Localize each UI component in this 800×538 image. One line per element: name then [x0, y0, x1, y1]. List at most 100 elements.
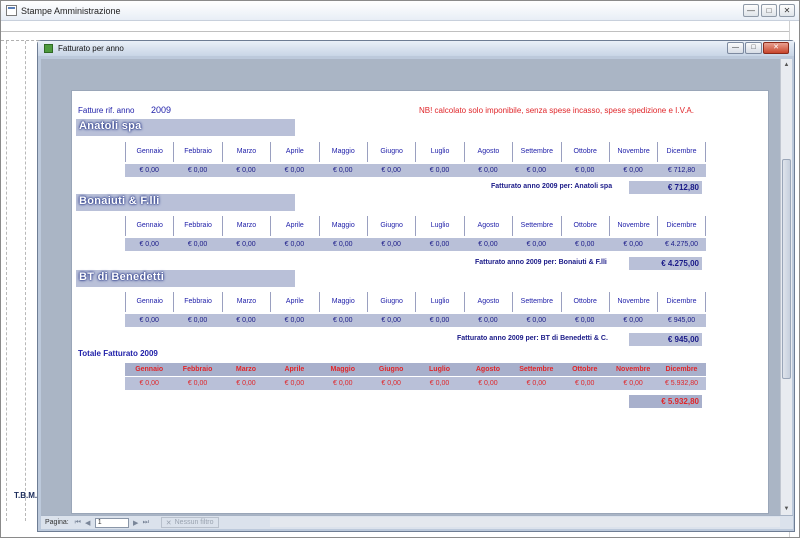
month-header: Luglio	[415, 216, 463, 236]
month-value: € 0,00	[478, 317, 498, 324]
month-value: € 0,00	[139, 317, 159, 324]
month-header: Maggio	[330, 366, 356, 373]
month-header: Aprile	[270, 142, 318, 162]
client-subtotal-label: Fatturato anno 2009 per: BT di Benedetti…	[457, 335, 608, 342]
month-value: € 0,00	[381, 241, 401, 248]
filter-label: Nessun filtro	[174, 519, 214, 526]
client-subtotal-label: Fatturato anno 2009 per: Anatoli spa	[491, 183, 613, 190]
month-header: Giugno	[366, 292, 415, 312]
report-note: NB! calcolato solo imponibile, senza spe…	[419, 106, 694, 115]
page-number-input[interactable]: 1	[94, 517, 129, 528]
month-header: Agosto	[463, 142, 512, 162]
month-header: Aprile	[284, 366, 305, 373]
next-page-icon[interactable]: ▶	[131, 519, 141, 527]
outer-close-button[interactable]: ✕	[779, 4, 795, 17]
total-label: Totale Fatturato 2009	[78, 349, 158, 358]
month-value: € 0,00	[574, 241, 595, 248]
month-header: Dicembre	[657, 216, 706, 236]
month-header: Febbraio	[173, 292, 221, 312]
month-header: Ottobre	[560, 292, 609, 312]
month-header: Novembre	[608, 216, 657, 236]
month-value: € 0,00	[526, 241, 547, 248]
total-month-header-row: Gennaio Febbraio Marzo Aprile Maggio Giu…	[125, 363, 706, 376]
month-header: Febbraio	[173, 142, 221, 162]
month-header: Maggio	[318, 292, 367, 312]
month-header: Ottobre	[560, 216, 609, 236]
month-value: € 0,00	[187, 241, 208, 248]
page-label: Pagina:	[45, 519, 69, 526]
horizontal-scrollbar[interactable]	[270, 517, 780, 527]
month-header-row: Gennaio Febbraio Marzo Aprile Maggio Giu…	[125, 292, 706, 312]
month-header: Gennaio	[125, 142, 173, 162]
scroll-thumb[interactable]	[782, 159, 791, 379]
month-value: € 0,00	[526, 317, 547, 324]
month-value: € 945,00	[667, 317, 696, 324]
report-year: 2009	[151, 105, 172, 115]
month-value: € 0,00	[429, 167, 450, 174]
client-header: Bonaiuti & F.lli	[76, 194, 295, 211]
total-values-row: € 0,00 € 0,00 € 0,00 € 0,00 € 0,00 € 0,0…	[125, 377, 706, 390]
vertical-scrollbar[interactable]: ▲ ▼	[780, 59, 792, 515]
month-value: € 0,00	[187, 317, 208, 324]
total-month-value: € 0,00	[623, 380, 643, 387]
month-value: € 0,00	[333, 241, 353, 248]
month-header: Maggio	[318, 142, 367, 162]
first-page-icon[interactable]: ⏮	[73, 519, 83, 527]
month-value: € 0,00	[574, 317, 595, 324]
design-grid-line-vertical	[25, 41, 26, 521]
month-header: Dicembre	[657, 292, 706, 312]
total-month-value: € 0,00	[236, 380, 256, 387]
client-subtotal: € 945,00	[629, 333, 702, 346]
outer-window-title: Stampe Amministrazione	[21, 6, 121, 16]
last-page-icon[interactable]: ⏭	[141, 519, 151, 527]
month-header: Settembre	[512, 142, 560, 162]
month-header: Marzo	[221, 292, 270, 312]
month-values-row: € 0,00 € 0,00 € 0,00 € 0,00 € 0,00 € 0,0…	[125, 238, 706, 251]
prev-page-icon[interactable]: ◀	[83, 519, 93, 527]
side-label: T.B.M.	[14, 491, 38, 500]
month-header: Agosto	[463, 216, 512, 236]
client-name: Bonaiuti & F.lli	[79, 195, 160, 207]
month-value: € 0,00	[187, 167, 208, 174]
filter-toggle[interactable]: ✕ Nessun filtro	[160, 517, 219, 528]
report-year-label: Fatture rif. anno	[78, 106, 135, 115]
design-grid-line-vertical	[6, 41, 7, 521]
month-header: Giugno	[366, 216, 415, 236]
month-value: € 0,00	[284, 167, 305, 174]
month-header: Luglio	[415, 142, 463, 162]
month-value: € 0,00	[236, 167, 256, 174]
month-header: Settembre	[512, 216, 560, 236]
month-header: Ottobre	[560, 142, 609, 162]
month-value: € 0,00	[333, 317, 353, 324]
month-header: Agosto	[463, 292, 512, 312]
total-month-value: € 0,00	[187, 380, 208, 387]
month-value: € 0,00	[623, 317, 643, 324]
month-value: € 0,00	[139, 167, 159, 174]
month-header: Febbraio	[173, 216, 221, 236]
month-value: € 0,00	[236, 317, 256, 324]
month-value: € 0,00	[139, 241, 159, 248]
month-value: € 0,00	[574, 167, 595, 174]
report-content: Fatture rif. anno 2009 NB! calcolato sol…	[71, 48, 769, 518]
month-value: € 4.275,00	[664, 241, 699, 248]
month-header: Gennaio	[125, 292, 173, 312]
month-header: Luglio	[415, 292, 463, 312]
month-value: € 0,00	[429, 241, 450, 248]
outer-minimize-button[interactable]: —	[743, 4, 759, 17]
scroll-up-arrow-icon[interactable]: ▲	[781, 59, 792, 71]
month-header-row: Gennaio Febbraio Marzo Aprile Maggio Giu…	[125, 216, 706, 236]
grand-total: € 5.932,80	[629, 395, 702, 408]
scroll-down-arrow-icon[interactable]: ▼	[781, 503, 792, 515]
month-value: € 0,00	[381, 317, 401, 324]
month-header: Novembre	[608, 292, 657, 312]
month-header: Marzo	[221, 216, 270, 236]
month-header: Marzo	[221, 142, 270, 162]
month-header: Aprile	[270, 216, 318, 236]
outer-maximize-button[interactable]: □	[761, 4, 777, 17]
month-header: Settembre	[512, 292, 560, 312]
month-header: Gennaio	[135, 366, 164, 373]
month-header: Marzo	[235, 366, 257, 373]
month-value: € 0,00	[623, 241, 643, 248]
month-values-row: € 0,00 € 0,00 € 0,00 € 0,00 € 0,00 € 0,0…	[125, 314, 706, 327]
total-month-value: € 5.932,80	[664, 380, 699, 387]
